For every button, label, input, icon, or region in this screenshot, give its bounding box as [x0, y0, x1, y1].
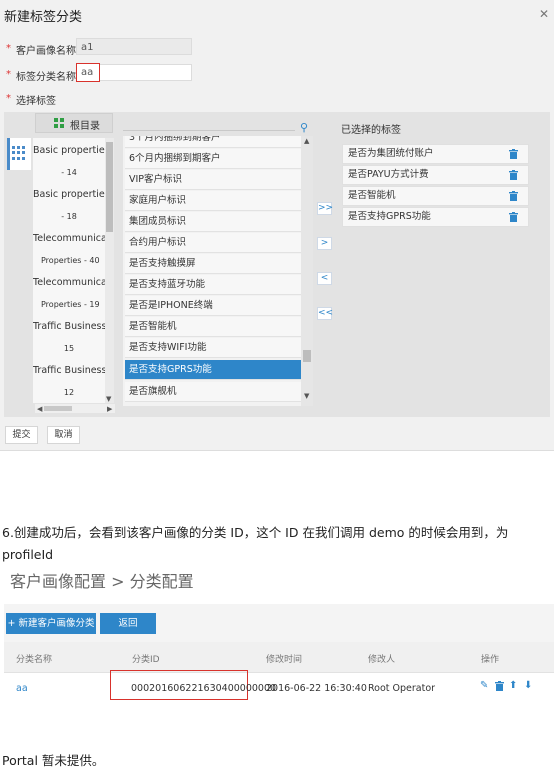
scroll-down-arrow-icon[interactable]: ▼ [106, 395, 111, 403]
category-name-value: aa [76, 63, 100, 82]
edit-icon[interactable]: ✎ [480, 680, 488, 691]
scroll-up-arrow-icon[interactable]: ▲ [304, 137, 309, 145]
tag-item[interactable]: 是否支持WIFI功能 [125, 338, 301, 358]
scroll-left-arrow-icon[interactable]: ◀ [37, 405, 42, 413]
category-item[interactable]: Traffic Business - 12 [33, 360, 105, 403]
category-name: Telecommunicat [33, 233, 105, 244]
column-header-actions: 操作 [481, 655, 500, 665]
move-down-icon[interactable]: ⬇ [524, 680, 532, 691]
column-header-name: 分类名称 [16, 655, 53, 665]
category-name: Traffic Business - [33, 321, 105, 332]
selected-tag-item: 是否支持GPRS功能 [342, 207, 529, 227]
category-name-label: 标签分类名称 [16, 72, 76, 83]
move-right-button[interactable]: > [317, 237, 332, 250]
trash-icon[interactable] [495, 681, 504, 691]
row-modified-time: 2016-06-22 16:30:40 [266, 683, 367, 694]
trash-icon[interactable] [509, 170, 518, 180]
row-category-id: 000201606221630400000000 [131, 683, 277, 694]
category-name: Traffic Business - [33, 365, 105, 376]
trash-icon[interactable] [509, 191, 518, 201]
category-list: Basic properties - 14 Basic properties -… [33, 138, 105, 403]
category-count: - 14 [61, 168, 77, 177]
required-mark: * [6, 69, 11, 80]
tag-item[interactable]: 是否智能机 [125, 317, 301, 337]
selected-tag-label: 是否智能机 [348, 190, 396, 201]
tag-item[interactable]: 合约用户标识 [125, 233, 301, 253]
required-mark: * [6, 43, 11, 54]
move-all-left-button[interactable]: << [317, 307, 333, 320]
category-name: Basic properties [33, 145, 105, 156]
tag-scroll-thumb[interactable] [303, 350, 311, 362]
root-directory-button[interactable]: 根目录 [35, 113, 113, 133]
footer-note: Portal 暂未提供。 [2, 753, 105, 768]
dialog-title: 新建标签分类 [4, 10, 83, 25]
search-icon[interactable]: ⚲ [300, 121, 308, 134]
tag-item[interactable]: 家庭用户标识 [125, 191, 301, 211]
column-header-modifier: 修改人 [368, 655, 396, 665]
row-category-name[interactable]: aa [16, 683, 28, 694]
category-count: Properties - 19 [41, 300, 100, 309]
profile-name-field[interactable]: a1 [76, 38, 192, 55]
root-directory-label: 根目录 [70, 121, 100, 132]
trash-icon[interactable] [509, 149, 518, 159]
trash-icon[interactable] [509, 212, 518, 222]
selected-tag-item: 是否智能机 [342, 186, 529, 206]
profile-name-label: 客户画像名称 [16, 46, 76, 57]
column-header-id: 分类ID [132, 655, 160, 665]
selected-tag-label: 是否PAYU方式计费 [348, 169, 429, 180]
category-item[interactable]: Traffic Business - 15 [33, 316, 105, 360]
selected-tags-title: 已选择的标签 [341, 125, 401, 136]
category-name: Telecommunicat [33, 277, 105, 288]
row-modifier: Root Operator [368, 683, 436, 694]
column-header-time: 修改时间 [266, 655, 303, 665]
tag-item[interactable]: 是否是IPHONE终端 [125, 296, 301, 316]
category-item[interactable]: Telecommunicat Properties - 19 [33, 272, 105, 316]
tag-item[interactable]: 是否旗舰机 [125, 382, 301, 402]
required-mark: * [6, 93, 11, 104]
category-item[interactable]: Basic properties - 18 [33, 184, 105, 228]
category-item[interactable]: Telecommunicat Properties - 40 [33, 228, 105, 272]
selected-tag-item: 是否为集团统付账户 [342, 144, 529, 164]
tag-item[interactable]: 是否支持触摸屏 [125, 254, 301, 274]
tag-item[interactable]: 6个月内捆绑到期客户 [125, 149, 301, 169]
category-hscroll-thumb[interactable] [44, 406, 72, 411]
tag-item[interactable]: 是否支持蓝牙功能 [125, 275, 301, 295]
selected-tag-item: 是否PAYU方式计费 [342, 165, 529, 185]
tag-scrollbar[interactable] [301, 136, 313, 406]
selected-tag-label: 是否为集团统付账户 [348, 148, 434, 159]
config-page-title: 客户画像配置 > 分类配置 [10, 572, 194, 591]
category-item[interactable]: Basic properties - 14 [33, 140, 105, 184]
new-profile-category-button[interactable]: + 新建客户画像分类 [6, 613, 96, 634]
instruction-paragraph: 6.创建成功后，会看到该客户画像的分类 ID，这个 ID 在我们调用 demo … [2, 525, 509, 562]
tag-item[interactable]: 集团成员标识 [125, 212, 301, 232]
tag-item-selected[interactable]: 是否支持GPRS功能 [125, 360, 301, 380]
choose-tags-label: 选择标签 [16, 96, 56, 107]
windows-grid-icon [54, 118, 64, 128]
selected-tag-label: 是否支持GPRS功能 [348, 211, 431, 222]
tag-list: 3个月内捆绑到期客户 6个月内捆绑到期客户 VIP客户标识 家庭用户标识 集团成… [123, 136, 301, 406]
move-left-button[interactable]: < [317, 272, 332, 285]
category-count: - 18 [61, 212, 77, 221]
move-all-right-button[interactable]: >> [317, 202, 333, 215]
tag-item[interactable]: 3个月内捆绑到期客户 [125, 136, 301, 148]
category-count: 12 [63, 388, 75, 397]
scroll-down-arrow-icon[interactable]: ▼ [304, 392, 309, 400]
grid-icon [12, 146, 26, 160]
back-button[interactable]: 返回 [100, 613, 156, 634]
category-count: 15 [63, 344, 75, 353]
submit-button[interactable]: 提交 [5, 426, 38, 444]
cancel-button[interactable]: 取消 [47, 426, 80, 444]
tag-item[interactable]: VIP客户标识 [125, 170, 301, 190]
category-count: Properties - 40 [41, 256, 100, 265]
category-name: Basic properties [33, 189, 105, 200]
move-up-icon[interactable]: ⬆ [509, 680, 517, 691]
tag-search-input[interactable] [123, 130, 295, 131]
close-icon[interactable]: ✕ [539, 7, 549, 21]
scroll-right-arrow-icon[interactable]: ▶ [107, 405, 112, 413]
category-scroll-thumb[interactable] [106, 142, 113, 232]
